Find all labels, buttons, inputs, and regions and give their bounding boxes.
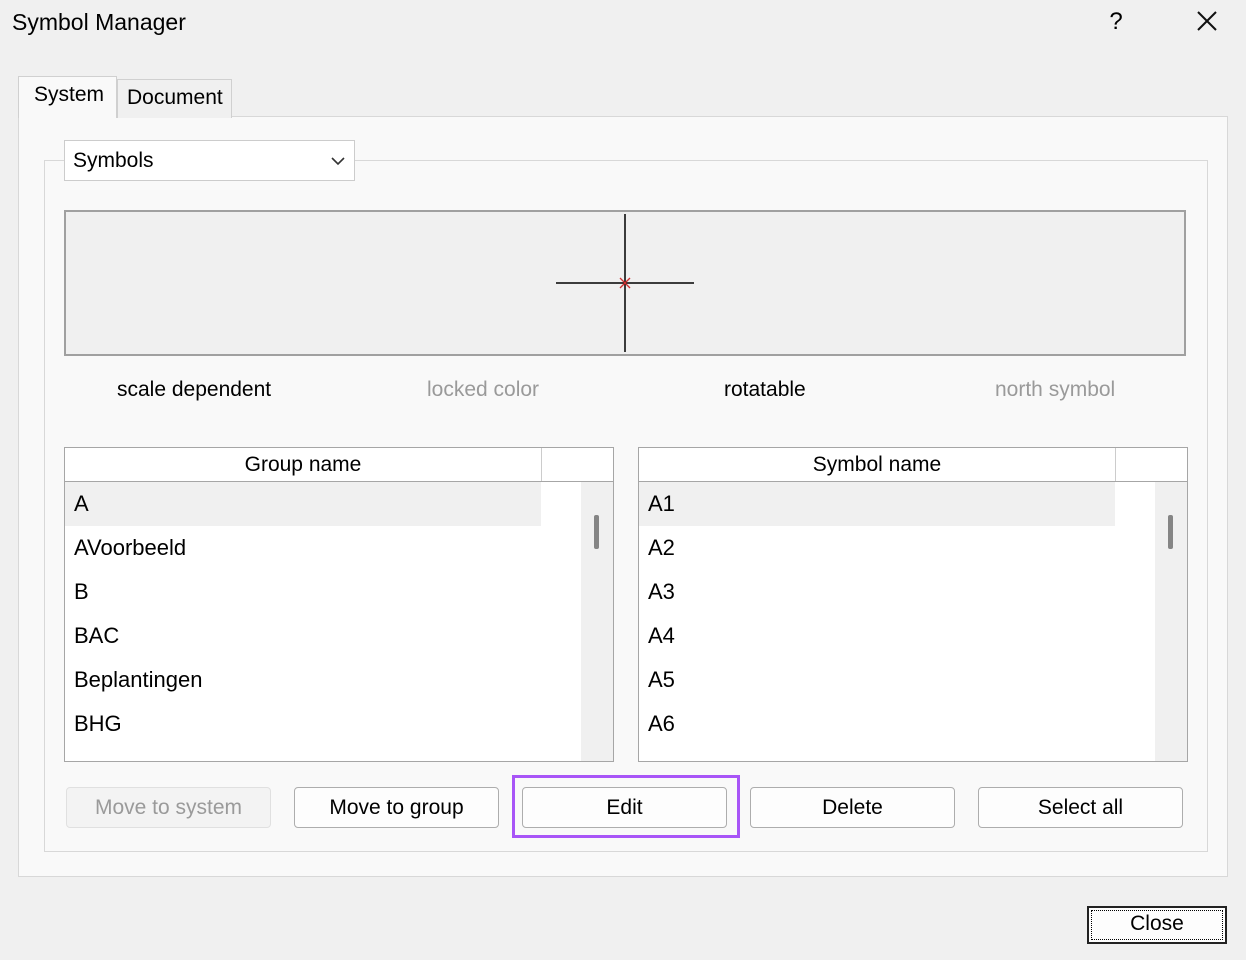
delete-button[interactable]: Delete — [750, 787, 955, 828]
move-to-system-button[interactable]: Move to system — [66, 787, 271, 828]
move-to-group-button[interactable]: Move to group — [294, 787, 499, 828]
group-name-column-header[interactable]: Group name — [65, 448, 542, 481]
close-button[interactable]: Close — [1087, 906, 1227, 944]
group-list-item[interactable]: BAC — [65, 614, 541, 658]
symbol-list[interactable]: Symbol name A1 A2 A3 A4 A5 A6 — [638, 447, 1188, 762]
group-list-item[interactable]: Beplantingen — [65, 658, 541, 702]
symbol-list-item[interactable]: A2 — [639, 526, 1115, 570]
window-close-button[interactable] — [1188, 4, 1226, 40]
group-list-scrollbar[interactable] — [581, 482, 613, 761]
symbol-list-item[interactable]: A1 — [639, 482, 1115, 526]
symbol-preview — [64, 210, 1186, 356]
symbols-dropdown-value: Symbols — [73, 149, 154, 172]
group-list[interactable]: Group name A AVoorbeeld B BAC Beplanting… — [64, 447, 614, 762]
group-list-scroll-thumb[interactable] — [594, 515, 599, 549]
symbol-list-rows: A1 A2 A3 A4 A5 A6 — [639, 482, 1115, 761]
tab-system[interactable]: System — [18, 76, 117, 118]
help-button[interactable]: ? — [1098, 4, 1134, 40]
prop-scale-dependent: scale dependent — [117, 378, 272, 401]
window-title: Symbol Manager — [12, 9, 186, 35]
symbol-list-scroll-thumb[interactable] — [1168, 515, 1173, 549]
prop-north-symbol: north symbol — [995, 378, 1116, 401]
select-all-button[interactable]: Select all — [978, 787, 1183, 828]
group-list-item[interactable]: B — [65, 570, 541, 614]
tab-document[interactable]: Document — [117, 79, 232, 118]
symbol-list-header: Symbol name — [639, 448, 1187, 482]
close-icon — [1197, 11, 1217, 31]
symbol-list-item[interactable]: A5 — [639, 658, 1115, 702]
chevron-down-icon — [331, 157, 345, 166]
edit-button[interactable]: Edit — [522, 787, 727, 828]
group-list-item[interactable]: BHG — [65, 702, 541, 746]
group-list-item[interactable]: AVoorbeeld — [65, 526, 541, 570]
title-bar: Symbol Manager ? — [0, 0, 1246, 50]
symbol-name-column-header[interactable]: Symbol name — [639, 448, 1116, 481]
group-list-header: Group name — [65, 448, 613, 482]
symbol-list-item[interactable]: A3 — [639, 570, 1115, 614]
symbol-list-scrollbar[interactable] — [1155, 482, 1187, 761]
group-list-rows: A AVoorbeeld B BAC Beplantingen BHG — [65, 482, 541, 761]
symbol-list-item[interactable]: A6 — [639, 702, 1115, 746]
group-list-item[interactable]: A — [65, 482, 541, 526]
prop-rotatable: rotatable — [724, 378, 806, 401]
prop-locked-color: locked color — [427, 378, 540, 401]
symbols-dropdown[interactable]: Symbols — [64, 140, 355, 181]
symbol-list-item[interactable]: A4 — [639, 614, 1115, 658]
symbol-preview-drawing — [556, 214, 694, 352]
close-button-focus-rect — [1091, 910, 1223, 940]
